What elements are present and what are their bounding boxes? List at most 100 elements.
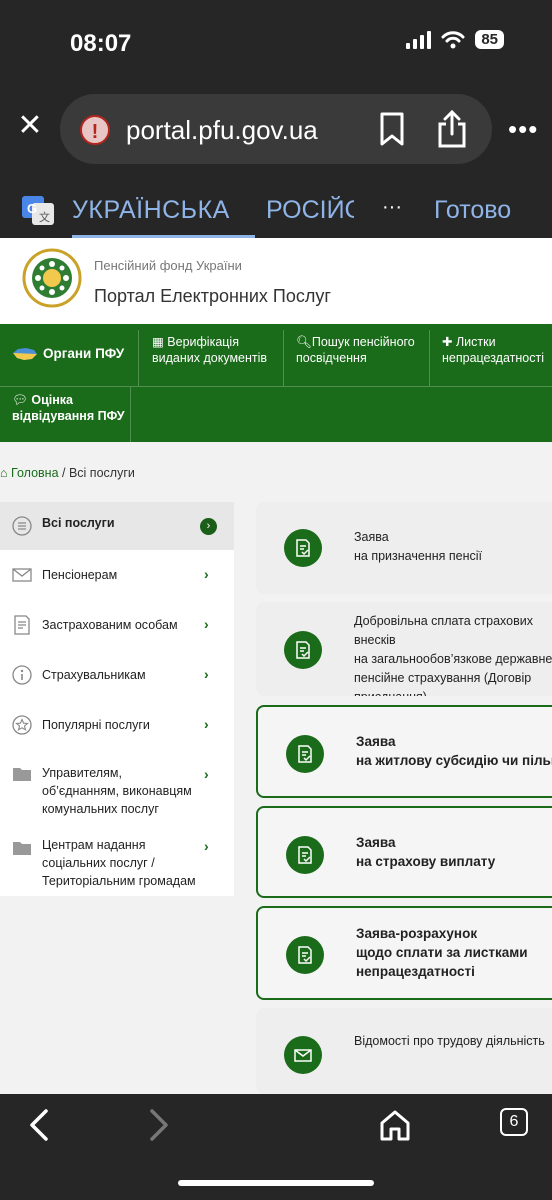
- sidebar-item-label: Страхувальникам: [42, 668, 146, 682]
- sidebar-item-policyholders[interactable]: Страхувальникам ›: [0, 650, 234, 700]
- service-card-title: Заява на призначення пенсії: [354, 530, 482, 563]
- chevron-right-icon: ›: [204, 766, 209, 782]
- signal-icon: [406, 30, 432, 49]
- nav-item-verification[interactable]: ▦ Верифікація виданих документів: [152, 334, 276, 366]
- document-check-icon: [286, 936, 324, 974]
- breadcrumb-separator: /: [58, 466, 69, 480]
- chevron-right-icon: ›: [200, 518, 217, 535]
- service-card-insurance-payment[interactable]: Заява на страхову виплату: [256, 806, 552, 898]
- home-icon[interactable]: [378, 1108, 412, 1142]
- nav-item-pension-id-search[interactable]: 🔍︎Пошук пенсійного посвідчення: [296, 334, 422, 366]
- folder-icon: [13, 768, 31, 781]
- back-icon[interactable]: [26, 1108, 52, 1142]
- translate-bar: G 文 УКРАЇНСЬКА РОСІЙСЬКА ··· Готово: [0, 178, 552, 238]
- folder-icon: [13, 842, 31, 855]
- address-bar[interactable]: ! portal.pfu.gov.ua: [60, 94, 492, 164]
- info-icon: [12, 665, 32, 685]
- chevron-right-icon: ›: [204, 716, 209, 732]
- nav-item-label: Пошук пенсійного посвідчення: [296, 335, 415, 365]
- warning-icon[interactable]: !: [80, 115, 110, 145]
- list-icon: [12, 516, 32, 536]
- nav-item-label: Верифікація виданих документів: [152, 335, 268, 365]
- service-card-title: Заява на страхову виплату: [356, 835, 496, 869]
- nav-divider: [138, 330, 139, 386]
- breadcrumb-current: Всі послуги: [68, 466, 135, 480]
- sidebar-item-label: Всі послуги: [42, 516, 115, 530]
- chevron-right-icon: ›: [204, 616, 209, 632]
- forward-icon[interactable]: [146, 1108, 172, 1142]
- status-bar: 08:07 85: [0, 0, 552, 90]
- services-sidebar: Всі послуги › Пенсіонерам › Застраховани…: [0, 502, 234, 896]
- breadcrumb-home-link[interactable]: Головна: [11, 466, 59, 480]
- sidebar-item-social-centers[interactable]: Центрам надання соціальних послуг / Тери…: [0, 824, 234, 896]
- ukraine-map-icon: [13, 348, 37, 360]
- document-check-icon: [286, 735, 324, 773]
- lang-more-button[interactable]: ···: [382, 196, 402, 219]
- document-check-icon: [284, 529, 322, 567]
- home-icon[interactable]: ⌂: [0, 466, 8, 480]
- url-text[interactable]: portal.pfu.gov.ua: [126, 115, 318, 146]
- svg-text:G: G: [27, 201, 37, 216]
- sidebar-item-label: Управителям, об’єднанням, виконавцям ком…: [42, 766, 192, 816]
- chevron-right-icon: ›: [204, 666, 209, 682]
- site-title[interactable]: Портал Електронних Послуг: [94, 286, 331, 307]
- battery-icon: 85: [475, 30, 504, 49]
- pfu-logo-icon[interactable]: [22, 248, 82, 308]
- sidebar-item-label: Центрам надання соціальних послуг / Тери…: [42, 838, 196, 888]
- site-header: Пенсійний фонд України Портал Електронни…: [0, 238, 552, 324]
- nav-divider: [429, 330, 430, 386]
- wifi-icon: [441, 30, 465, 48]
- service-card-pension-application[interactable]: Заява на призначення пенсії: [256, 502, 552, 594]
- sidebar-item-label: Застрахованим особам: [42, 618, 178, 632]
- medkit-icon: ✚: [442, 335, 456, 349]
- nav-item-sick-leave[interactable]: ✚ Листки непрацездатності: [442, 334, 552, 366]
- nav-divider: [0, 386, 552, 387]
- search-icon: 🔍︎: [296, 335, 312, 349]
- star-icon: [12, 715, 32, 735]
- nav-item-label: Органи ПФУ: [43, 346, 125, 361]
- home-indicator: [178, 1180, 374, 1186]
- browser-toolbar: ✕ ! portal.pfu.gov.ua •••: [0, 90, 552, 178]
- google-translate-icon: G 文: [22, 196, 54, 225]
- envelope-icon: [12, 568, 32, 582]
- done-button[interactable]: Готово: [434, 196, 511, 225]
- tabs-button[interactable]: 6: [500, 1108, 528, 1136]
- service-card-title: Заява-розрахунок щодо сплати за листками…: [356, 926, 528, 979]
- qr-icon: ▦: [152, 335, 168, 349]
- service-card-housing-subsidy[interactable]: Заява на житлову субсидію чи пільгу: [256, 705, 552, 798]
- close-icon[interactable]: ✕: [14, 110, 46, 142]
- service-card-sick-leave-calculation[interactable]: Заява-розрахунок щодо сплати за листками…: [256, 906, 552, 1000]
- chevron-right-icon: ›: [204, 566, 209, 582]
- sidebar-item-popular[interactable]: Популярні послуги ›: [0, 700, 234, 750]
- document-icon: [14, 615, 30, 635]
- service-card-employment-info[interactable]: Відомості про трудову діяльність: [256, 1008, 552, 1094]
- status-time: 08:07: [70, 30, 132, 57]
- document-check-icon: [286, 836, 324, 874]
- service-card-title: Відомості про трудову діяльність: [354, 1034, 545, 1048]
- breadcrumb: ⌂ Головна / Всі послуги: [0, 466, 135, 480]
- chevron-right-icon: ›: [204, 838, 209, 854]
- document-check-icon: [284, 631, 322, 669]
- sidebar-item-pensioners[interactable]: Пенсіонерам ›: [0, 550, 234, 600]
- service-card-voluntary-payment[interactable]: Добровільна сплата страхових внесків на …: [256, 602, 552, 696]
- lang-tab-russian[interactable]: РОСІЙСЬКА: [266, 196, 354, 225]
- service-card-title: Добровільна сплата страхових внесків на …: [354, 614, 552, 696]
- svg-text:文: 文: [39, 210, 50, 224]
- sidebar-item-all-services[interactable]: Всі послуги ›: [0, 502, 234, 550]
- more-options-icon[interactable]: •••: [508, 114, 538, 145]
- nav-item-pfu-bodies[interactable]: Органи ПФУ: [12, 346, 124, 362]
- share-icon[interactable]: [436, 110, 468, 148]
- sidebar-item-label: Пенсіонерам: [42, 568, 118, 582]
- sidebar-item-managers[interactable]: Управителям, об’єднанням, виконавцям ком…: [0, 750, 234, 824]
- lang-tab-ukrainian[interactable]: УКРАЇНСЬКА: [72, 196, 230, 225]
- bookmark-icon[interactable]: [378, 112, 406, 146]
- sidebar-item-label: Популярні послуги: [42, 718, 150, 732]
- service-card-title: Заява на житлову субсидію чи пільгу: [356, 734, 552, 768]
- envelope-icon: [284, 1036, 322, 1074]
- status-icons: 85: [406, 30, 504, 49]
- site-subtitle: Пенсійний фонд України: [94, 258, 242, 273]
- sidebar-item-insured-persons[interactable]: Застрахованим особам ›: [0, 600, 234, 650]
- main-nav: Органи ПФУ ▦ Верифікація виданих докумен…: [0, 324, 552, 442]
- nav-divider: [130, 386, 131, 442]
- nav-item-visit-rating[interactable]: 💬︎ Оцінка відвідування ПФУ: [12, 392, 128, 424]
